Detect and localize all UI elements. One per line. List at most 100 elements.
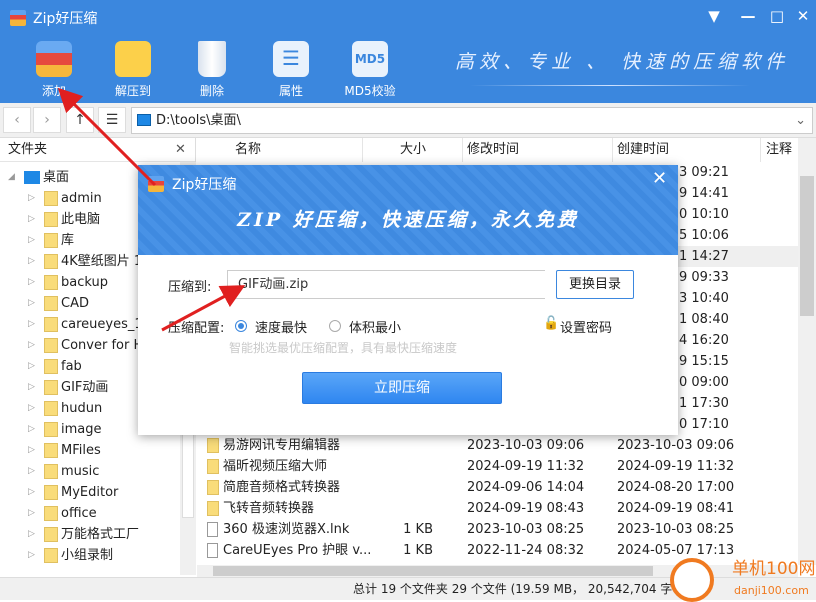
expand-icon[interactable]: ▷	[28, 314, 35, 335]
file-icon	[207, 543, 218, 558]
tree-item[interactable]: ▷ MFiles	[0, 440, 180, 461]
tree-item-label: GIF动画	[61, 380, 109, 395]
cell-modified: 2024-09-06 14:04	[467, 480, 585, 495]
close-button[interactable]: ✕	[792, 7, 814, 25]
desktop-icon	[137, 114, 151, 126]
compress-now-button[interactable]: 立即压缩	[302, 372, 502, 404]
tree-item[interactable]: ▷ 万能格式工厂	[0, 524, 180, 545]
tree-root-label: 桌面	[43, 170, 70, 185]
tree-item[interactable]: ▷ MyEditor	[0, 482, 180, 503]
sliders-icon: ☰	[273, 41, 309, 77]
expand-icon[interactable]: ▷	[28, 335, 35, 356]
folder-icon	[44, 485, 58, 500]
table-row[interactable]: 飞转音频转换器 2024-09-19 08:43 2024-09-19 08:41	[197, 498, 798, 519]
col-modified[interactable]: 修改时间	[463, 138, 613, 162]
set-password-link[interactable]: 设置密码	[560, 317, 612, 336]
tree-item-label: image	[61, 422, 102, 437]
address-bar: ‹ › ↑ ☰ D:\tools\桌面\ ⌄	[0, 103, 816, 138]
cell-size: 1 KB	[403, 522, 433, 537]
folder-icon	[207, 480, 219, 495]
table-row[interactable]: CareUEyes Pro 护眼 v... 1 KB 2022-11-24 08:3…	[197, 540, 798, 561]
path-input[interactable]: D:\tools\桌面\ ⌄	[131, 107, 813, 134]
filename-input[interactable]: GIF动画.zip	[227, 270, 545, 299]
delete-button[interactable]: 删除	[180, 41, 244, 99]
cell-created: 2024-05-07 17:13	[617, 543, 735, 558]
cell-created: 9 15:15	[679, 354, 729, 369]
view-list-button[interactable]: ☰	[98, 107, 126, 133]
cell-created: 1 08:40	[679, 312, 729, 327]
folder-icon	[44, 296, 58, 311]
expand-icon[interactable]: ▷	[28, 419, 35, 440]
extract-button[interactable]: 解压到	[101, 41, 165, 99]
expand-icon[interactable]: ▷	[28, 482, 35, 503]
list-vertical-scrollbar[interactable]	[798, 138, 816, 565]
col-comment[interactable]: 注释	[761, 138, 798, 162]
tree-item[interactable]: ▷ office	[0, 503, 180, 524]
cell-created: 2024-09-19 11:32	[617, 459, 735, 474]
cell-size: 1 KB	[403, 543, 433, 558]
change-directory-button[interactable]: 更换目录	[556, 270, 634, 299]
expand-icon[interactable]: ▷	[28, 251, 35, 272]
md5-icon: MD5	[352, 41, 388, 77]
expand-icon[interactable]: ▷	[28, 398, 35, 419]
cell-name: 易游网讯专用编辑器	[223, 438, 341, 453]
cell-created: 9 09:33	[679, 270, 729, 285]
col-size[interactable]: 大小	[363, 138, 463, 162]
tree-item-label: 库	[61, 233, 75, 248]
option-fastest-label[interactable]: 速度最快	[255, 317, 307, 336]
expand-icon[interactable]: ▷	[28, 188, 35, 209]
chevron-down-icon[interactable]: ⌄	[795, 108, 806, 133]
back-button[interactable]: ‹	[3, 107, 31, 133]
watermark-text: 单机100网	[732, 559, 816, 579]
table-row[interactable]: 福昕视频压缩大师 2024-09-19 11:32 2024-09-19 11:32	[197, 456, 798, 477]
extract-label: 解压到	[114, 84, 151, 98]
folder-icon	[44, 380, 58, 395]
minimize-button[interactable]: —	[737, 7, 759, 25]
tree-item-label: 此电脑	[61, 212, 101, 227]
expand-icon[interactable]: ▷	[28, 440, 35, 461]
expand-icon[interactable]: ▷	[28, 461, 35, 482]
folder-icon	[44, 317, 58, 332]
trash-icon	[198, 41, 226, 77]
expand-icon[interactable]: ▷	[28, 272, 35, 293]
tree-item[interactable]: ▷ music	[0, 461, 180, 482]
col-created[interactable]: 创建时间	[613, 138, 761, 162]
tree-item-label: office	[61, 506, 97, 521]
expand-icon[interactable]: ▷	[28, 524, 35, 545]
expand-icon[interactable]: ▷	[28, 503, 35, 524]
expand-icon[interactable]: ▷	[28, 209, 35, 230]
tree-item[interactable]: ▷ 小组录制	[0, 545, 180, 566]
forward-button[interactable]: ›	[33, 107, 61, 133]
expand-icon[interactable]: ▷	[28, 545, 35, 566]
cell-name: CareUEyes Pro 护眼 v...	[223, 543, 372, 558]
expand-icon[interactable]: ▷	[28, 293, 35, 314]
maximize-button[interactable]: □	[766, 7, 788, 25]
up-button[interactable]: ↑	[66, 107, 94, 133]
watermark-url: danji100.com	[734, 584, 809, 597]
table-row[interactable]: 易游网讯专用编辑器 2023-10-03 09:06 2023-10-03 09:0…	[197, 435, 798, 456]
col-name[interactable]: 名称	[197, 138, 363, 162]
folder-icon	[44, 506, 58, 521]
cell-created: 2023-10-03 08:25	[617, 522, 735, 537]
cell-created: 5 10:06	[679, 228, 729, 243]
table-row[interactable]: 360 极速浏览器X.lnk 1 KB 2023-10-03 08:25 2023-1…	[197, 519, 798, 540]
radio-smallest[interactable]	[329, 320, 341, 332]
add-button[interactable]: 添加	[22, 41, 86, 99]
properties-button[interactable]: ☰ 属性	[259, 41, 323, 99]
close-tree-icon[interactable]: ✕	[175, 138, 186, 162]
folder-icon	[44, 212, 58, 227]
table-row[interactable]: 简鹿音频格式转换器 2024-09-06 14:04 2024-08-20 17:0…	[197, 477, 798, 498]
folder-icon	[44, 233, 58, 248]
status-bar: 总计 19 个文件夹 29 个文件 (19.59 MB， 20,542,704 …	[0, 558, 816, 602]
toolbar: 添加 解压到 删除 ☰ 属性 MD5 MD5校验 高效、专业 、 快速的压缩软件	[0, 35, 816, 103]
option-smallest-label[interactable]: 体积最小	[349, 317, 401, 336]
md5-button[interactable]: MD5 MD5校验	[338, 41, 402, 99]
expand-icon[interactable]: ▷	[28, 230, 35, 251]
dialog-close-button[interactable]: ✕	[652, 168, 667, 189]
radio-fastest[interactable]	[235, 320, 247, 332]
tree-item-label: MyEditor	[61, 485, 119, 500]
expand-icon[interactable]: ▷	[28, 377, 35, 398]
folder-icon	[44, 422, 58, 437]
menu-dropdown-button[interactable]: ▼	[703, 7, 725, 25]
expand-icon[interactable]: ▷	[28, 356, 35, 377]
